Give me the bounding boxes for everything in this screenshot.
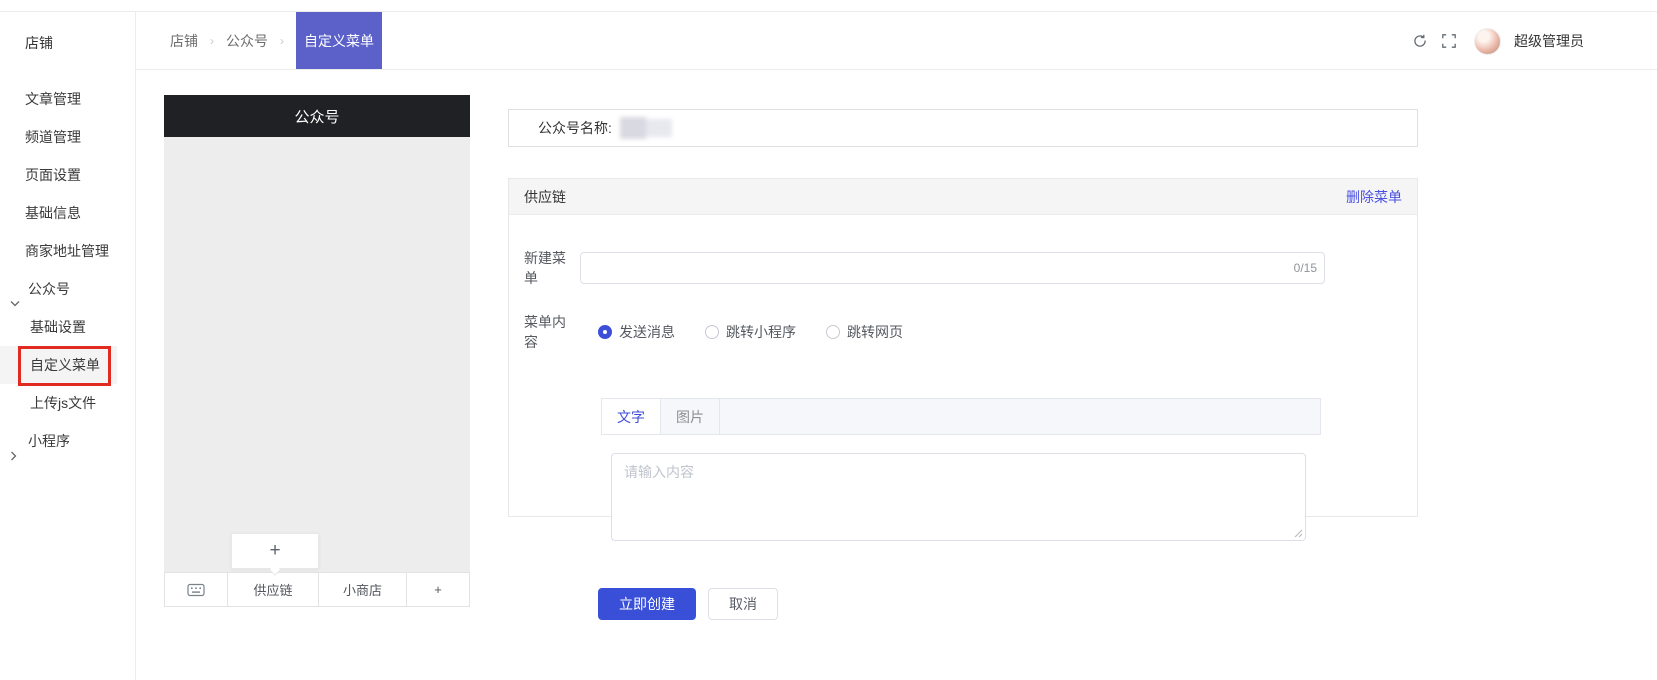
menu-content-radios: 发送消息 跳转小程序 跳转网页 [598,322,903,342]
breadcrumb: 店铺 › 公众号 › 自定义菜单 [170,12,382,69]
sidebar-item-merchant-address[interactable]: 商家地址管理 [0,232,135,270]
user-name[interactable]: 超级管理员 [1514,31,1584,51]
sidebar: 店铺 文章管理 频道管理 页面设置 基础信息 商家地址管理 公众号 基础设置 自… [0,12,136,680]
sidebar-item-article-management[interactable]: 文章管理 [0,80,135,118]
account-name-box: 公众号名称: [508,109,1418,147]
phone-header: 公众号 [164,95,470,137]
fullscreen-icon[interactable] [1441,33,1457,49]
menu-title: 供应链 [524,187,566,207]
phone-preview: 公众号 + 供应链 小商店 + [164,95,470,607]
refresh-icon[interactable] [1412,33,1428,49]
editor-tabs: 文字 图片 [601,398,1321,435]
card-header: 供应链 删除菜单 [509,179,1417,215]
action-buttons: 立即创建 取消 [598,588,778,620]
chevron-right-icon [10,437,18,475]
radio-selected-icon [598,325,612,339]
sidebar-item-channel-management[interactable]: 频道管理 [0,118,135,156]
content-textarea[interactable] [611,453,1306,541]
account-name-value-redacted [620,117,672,139]
app-title: 店铺 [0,12,135,70]
char-counter: 0/15 [1294,252,1317,284]
cancel-button[interactable]: 取消 [708,588,778,620]
breadcrumb-shop[interactable]: 店铺 [170,12,198,69]
account-name-label: 公众号名称: [538,118,612,138]
phone-screen: + [164,137,470,572]
sidebar-group-official-account[interactable]: 公众号 [0,270,135,308]
keyboard-toggle-button[interactable] [165,573,227,606]
radio-label: 跳转网页 [847,322,903,342]
radio-icon [826,325,840,339]
sidebar-item-upload-js[interactable]: 上传js文件 [0,384,135,422]
menu-content-label: 菜单内容 [524,312,576,352]
radio-jump-webpage[interactable]: 跳转网页 [826,322,903,342]
new-menu-input-wrap: 0/15 [580,252,1325,284]
sidebar-item-basic-info[interactable]: 基础信息 [0,194,135,232]
delete-menu-link[interactable]: 删除菜单 [1346,187,1402,207]
radio-jump-mini-program[interactable]: 跳转小程序 [705,322,796,342]
menu-tab-supply-chain[interactable]: 供应链 [227,573,318,606]
avatar[interactable] [1474,28,1501,55]
sidebar-item-basic-settings[interactable]: 基础设置 [0,308,135,346]
sidebar-item-label: 自定义菜单 [30,357,100,373]
new-menu-label: 新建菜单 [524,248,576,288]
breadcrumb-separator: › [280,12,284,69]
keyboard-icon [187,583,205,597]
content-textarea-wrap [611,453,1306,541]
sidebar-group-mini-program[interactable]: 小程序 [0,422,135,460]
radio-icon [705,325,719,339]
sidebar-item-page-settings[interactable]: 页面设置 [0,156,135,194]
breadcrumb-official-account[interactable]: 公众号 [226,12,268,69]
menu-tab-small-shop[interactable]: 小商店 [318,573,406,606]
sidebar-item-custom-menu[interactable]: 自定义菜单 [0,346,117,384]
sidebar-menu: 文章管理 频道管理 页面设置 基础信息 商家地址管理 公众号 基础设置 自定义菜… [0,80,135,460]
new-menu-row: 新建菜单 0/15 [524,248,1417,288]
menu-edit-card: 供应链 删除菜单 新建菜单 0/15 菜单内容 发送消息 跳转小程序 [508,178,1418,517]
phone-menu-bar: 供应链 小商店 + [164,572,470,607]
topbar-actions: 超级管理员 [1412,12,1584,70]
sidebar-group-label: 公众号 [28,281,70,297]
new-menu-input[interactable] [580,252,1325,284]
page: 店铺 文章管理 频道管理 页面设置 基础信息 商家地址管理 公众号 基础设置 自… [0,0,1657,680]
create-now-button[interactable]: 立即创建 [598,588,696,620]
add-menu-button[interactable]: + [406,573,469,606]
sidebar-group-label: 小程序 [28,433,70,449]
tab-image[interactable]: 图片 [661,399,720,434]
tab-text[interactable]: 文字 [602,399,661,434]
radio-send-message[interactable]: 发送消息 [598,322,675,342]
message-editor: 文字 图片 [601,398,1321,541]
menu-content-row: 菜单内容 发送消息 跳转小程序 跳转网页 [524,312,1417,352]
radio-label: 发送消息 [619,322,675,342]
radio-label: 跳转小程序 [726,322,796,342]
breadcrumb-separator: › [210,12,214,69]
breadcrumb-custom-menu[interactable]: 自定义菜单 [296,12,382,69]
